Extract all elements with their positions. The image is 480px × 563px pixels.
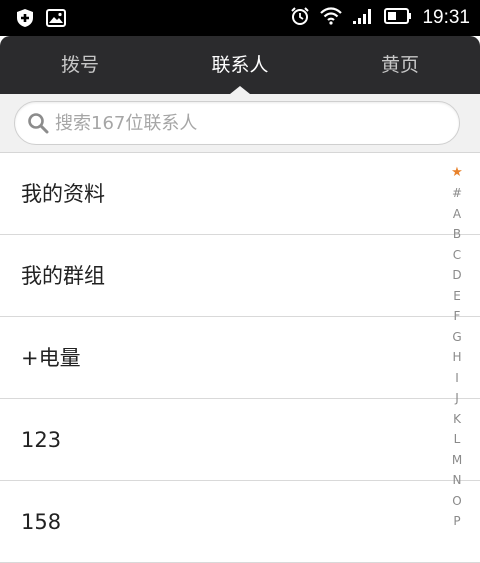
index-letter[interactable]: F [448,309,466,323]
tab-bar: 拨号 联系人 黄页 [0,36,480,94]
index-letter[interactable]: H [448,350,466,364]
image-icon [46,9,66,31]
list-item-label: +电量 [21,346,81,370]
index-letter[interactable]: K [448,412,466,426]
tab-yellow-pages[interactable]: 黄页 [320,36,480,94]
list-item-label: 我的群组 [21,264,105,288]
list-item[interactable]: +电量 [0,317,480,399]
index-letter[interactable]: # [448,186,466,200]
wifi-icon [320,7,343,29]
index-letter[interactable]: G [448,330,466,344]
list-item-my-profile[interactable]: 我的资料 [0,153,480,235]
index-letter[interactable]: N [448,473,466,487]
index-letter[interactable]: E [448,289,466,303]
list-item[interactable]: 158 [0,481,480,563]
index-letter[interactable]: I [448,371,466,385]
signal-icon [352,7,374,29]
index-letter[interactable]: A [448,207,466,221]
list-item-label: 158 [21,510,62,534]
list-item[interactable]: 123 [0,399,480,481]
index-letter[interactable]: P [448,514,466,528]
index-letter[interactable]: B [448,227,466,241]
tab-contacts-label: 联系人 [211,54,269,76]
index-letter[interactable]: O [448,494,466,508]
index-letter[interactable]: J [448,391,466,405]
contact-list: 我的资料 我的群组 +电量 123 158 [0,153,480,563]
search-input[interactable]: 搜索167位联系人 [14,101,460,145]
search-icon [27,112,49,138]
search-area: 搜索167位联系人 [0,94,480,153]
status-time: 19:31 [422,7,470,28]
tab-dialer[interactable]: 拨号 [0,36,160,94]
list-item-label: 我的资料 [21,182,105,206]
index-favorites-star-icon[interactable]: ★ [448,166,466,180]
alarm-icon [290,6,310,30]
active-tab-indicator [230,86,250,94]
index-letter[interactable]: L [448,432,466,446]
index-letter[interactable]: C [448,248,466,262]
battery-icon [384,8,412,28]
index-letter[interactable]: D [448,268,466,282]
list-item-label: 123 [21,428,62,452]
search-placeholder: 搜索167位联系人 [55,113,198,134]
status-bar: 19:31 [0,0,480,36]
list-item-my-groups[interactable]: 我的群组 [0,235,480,317]
index-letter[interactable]: M [448,453,466,467]
shield-icon [16,8,34,32]
tab-contacts[interactable]: 联系人 [160,36,320,94]
